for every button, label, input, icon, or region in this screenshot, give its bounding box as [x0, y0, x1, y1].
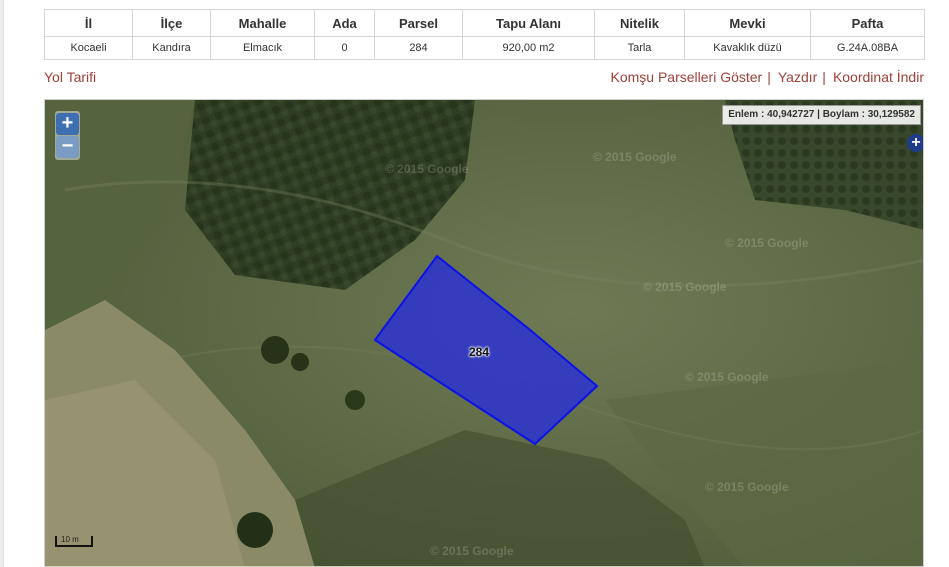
parcel-info-table: İl İlçe Mahalle Ada Parsel Tapu Alanı Ni… — [44, 9, 925, 60]
header-parsel: Parsel — [374, 9, 463, 37]
zoom-control: + − — [55, 111, 80, 160]
action-links: Yol Tarifi Komşu Parselleri Göster | Yazdı… — [44, 69, 924, 87]
scale-label: 10 m — [61, 535, 79, 544]
coordinate-readout: Enlem : 40,942727 | Boylam : 30,129582 — [722, 105, 921, 125]
header-ilce: İlçe — [132, 9, 211, 37]
cell-pafta: G.24A.08BA — [810, 36, 925, 60]
header-nitelik: Nitelik — [594, 9, 685, 37]
parcel-label: 284 — [469, 345, 490, 359]
cell-ilce: Kandıra — [132, 36, 211, 60]
satellite-imagery — [45, 100, 923, 566]
zoom-out-button[interactable]: − — [56, 136, 79, 158]
link-separator: | — [822, 69, 826, 85]
map-watermark: © 2015 Google — [725, 236, 809, 250]
layer-switcher-button[interactable]: + — [907, 134, 923, 152]
header-mevki: Mevki — [684, 9, 811, 37]
map-watermark: © 2015 Google — [385, 162, 469, 176]
directions-link[interactable]: Yol Tarifi — [44, 69, 96, 85]
cell-parsel: 284 — [374, 36, 463, 60]
header-pafta: Pafta — [810, 9, 925, 37]
map-actions: Komşu Parselleri Göster | Yazdır | Koordinat… — [611, 69, 925, 85]
zoom-in-button[interactable]: + — [56, 113, 79, 135]
header-ada: Ada — [314, 9, 375, 37]
map-watermark: © 2015 Google — [705, 480, 789, 494]
map-watermark: © 2015 Google — [643, 280, 727, 294]
table-header-row: İl İlçe Mahalle Ada Parsel Tapu Alanı Ni… — [44, 9, 925, 37]
cell-tapu-alani: 920,00 m2 — [462, 36, 595, 60]
link-separator: | — [767, 69, 771, 85]
download-coordinates-link[interactable]: Koordinat İndir — [833, 69, 924, 85]
cell-il: Kocaeli — [44, 36, 133, 60]
header-tapu-alani: Tapu Alanı — [462, 9, 595, 37]
table-row: Kocaeli Kandıra Elmacık 0 284 920,00 m2 … — [44, 36, 925, 60]
satellite-map[interactable]: © 2015 Google © 2015 Google © 2015 Googl… — [44, 99, 924, 567]
cell-ada: 0 — [314, 36, 375, 60]
header-mahalle: Mahalle — [210, 9, 315, 37]
header-il: İl — [44, 9, 133, 37]
page-left-edge — [0, 0, 4, 567]
map-watermark: © 2015 Google — [430, 544, 514, 558]
cell-mahalle: Elmacık — [210, 36, 315, 60]
show-neighbors-link[interactable]: Komşu Parselleri Göster — [611, 69, 763, 85]
map-watermark: © 2015 Google — [593, 150, 677, 164]
map-watermark: © 2015 Google — [685, 370, 769, 384]
cell-nitelik: Tarla — [594, 36, 685, 60]
cell-mevki: Kavaklık düzü — [684, 36, 811, 60]
print-link[interactable]: Yazdır — [778, 69, 817, 85]
